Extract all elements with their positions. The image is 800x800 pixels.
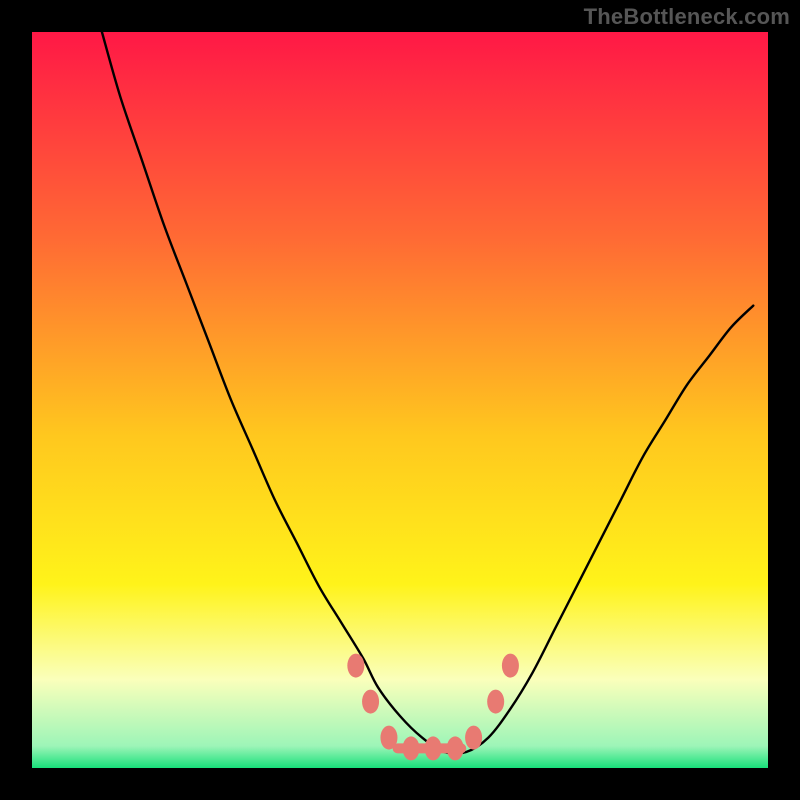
minimum-marker	[362, 690, 379, 714]
bottleneck-chart-svg	[0, 0, 800, 800]
minimum-marker	[487, 690, 504, 714]
minimum-marker	[502, 654, 519, 678]
minimum-marker	[347, 654, 364, 678]
minimum-marker	[425, 736, 442, 760]
watermark-text: TheBottleneck.com	[584, 4, 790, 30]
minimum-marker	[447, 736, 464, 760]
chart-frame: TheBottleneck.com	[0, 0, 800, 800]
minimum-marker	[380, 726, 397, 750]
minimum-marker	[465, 726, 482, 750]
minimum-marker	[403, 736, 420, 760]
plot-background	[32, 32, 768, 768]
